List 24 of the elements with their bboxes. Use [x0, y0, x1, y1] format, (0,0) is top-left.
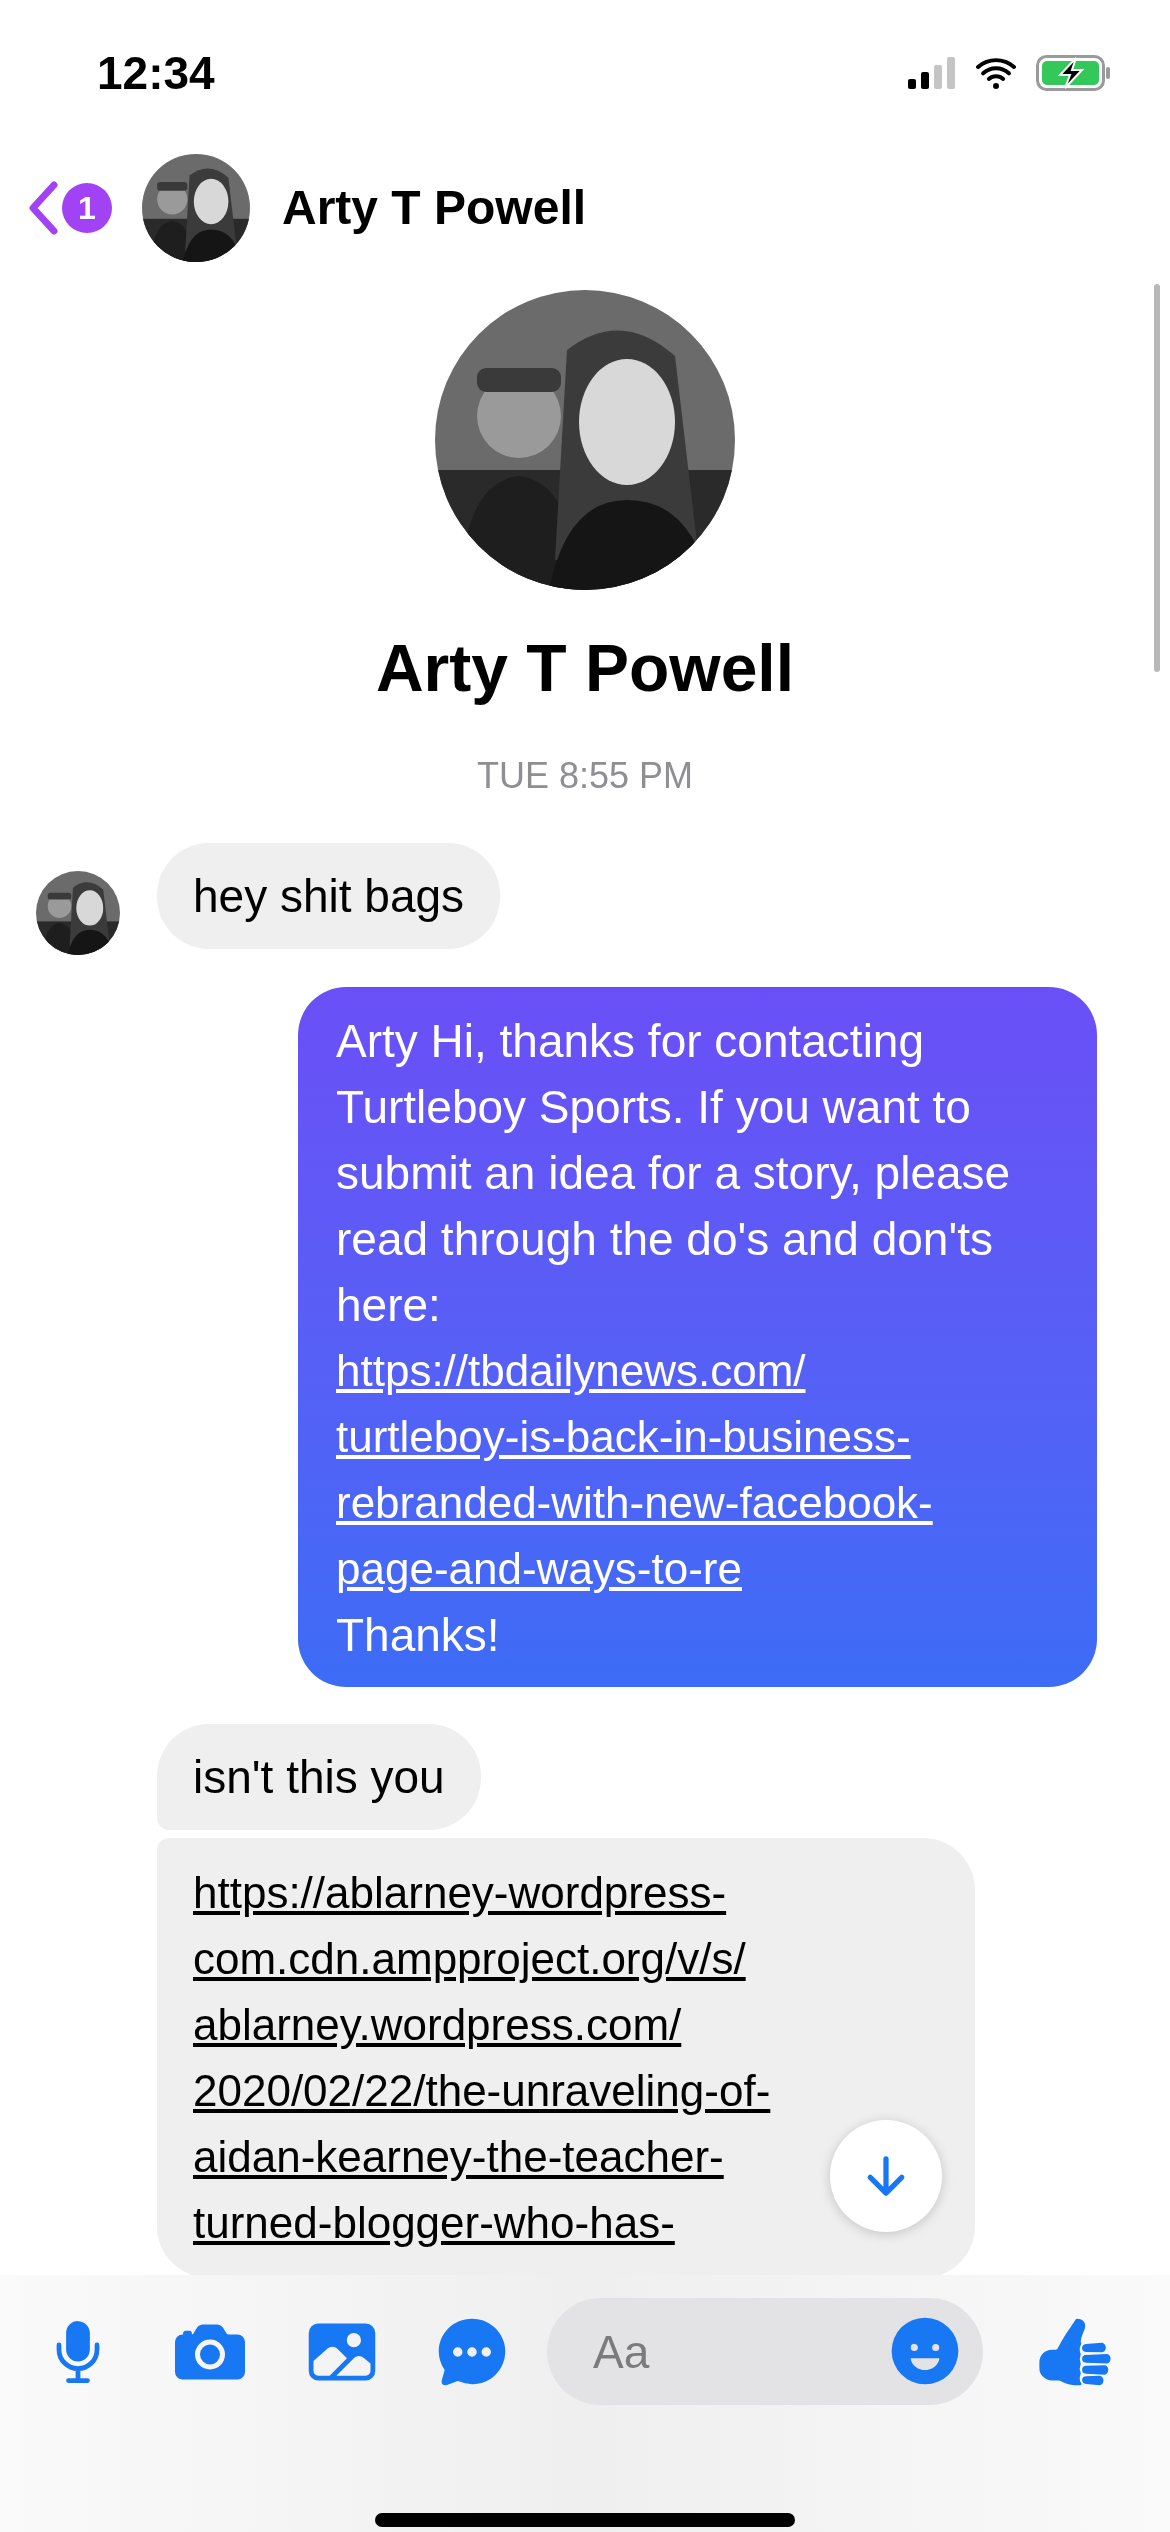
message-link[interactable]: ablarney.wordpress.com/	[193, 1992, 682, 2058]
message-text: Arty Hi, thanks for contacting Turtleboy Sports. If you want to submit an idea for a story, please read through the do's and don'ts here:	[336, 1014, 1012, 1333]
message-link[interactable]: aidan-kearney-the-teacher-	[193, 2124, 724, 2190]
message-link[interactable]: rebranded-with-new-facebook-	[336, 1470, 933, 1536]
message-bubble: hey shit bags	[157, 843, 501, 949]
message-text: Thanks!	[336, 1608, 501, 1663]
message-link[interactable]: https://tbdailynews.com/	[336, 1338, 806, 1404]
contact-name[interactable]: Arty T Powell	[282, 172, 587, 244]
battery-charging-icon	[1036, 55, 1112, 91]
message-timestamp: TUE 8:55 PM	[476, 754, 694, 798]
unread-badge: 1	[62, 183, 112, 233]
message-link[interactable]: turtleboy-is-back-in-business-	[336, 1404, 911, 1470]
message-bubble: isn't this you	[157, 1724, 481, 1830]
status-time: 12:34	[97, 45, 215, 101]
profile-name: Arty T Powell	[375, 630, 795, 707]
signal-icon	[908, 57, 956, 89]
message-link[interactable]: turned-blogger-who-has-	[193, 2190, 675, 2256]
message-link[interactable]: https://ablarney-wordpress-	[193, 1860, 727, 1926]
message-link[interactable]: com.cdn.ampproject.org/v/s/	[193, 1926, 746, 1992]
message-link[interactable]: 2020/02/22/the-unraveling-of-	[193, 2058, 771, 2124]
message-link[interactable]: page-and-ways-to-re	[336, 1536, 742, 1602]
back-button[interactable]: 1	[28, 181, 112, 235]
message-input[interactable]: Aa	[547, 2298, 983, 2405]
back-chevron-icon	[28, 181, 58, 235]
